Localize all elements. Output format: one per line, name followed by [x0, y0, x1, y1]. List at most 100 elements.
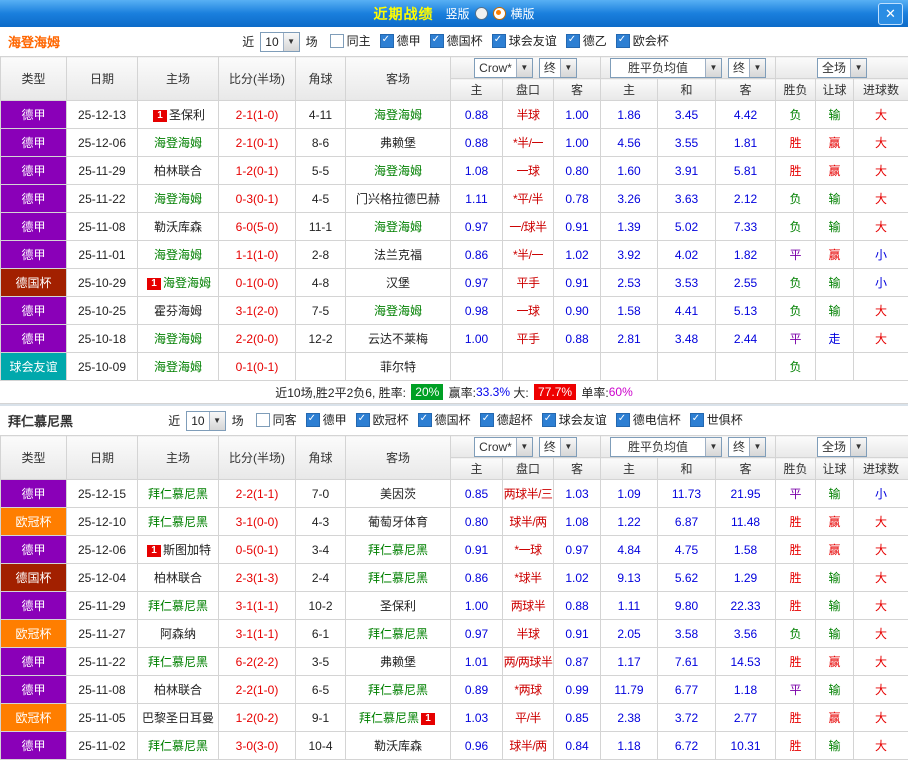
match-date-cell: 25-12-04 [67, 564, 138, 592]
team-link[interactable]: 海登海姆 [154, 332, 202, 346]
filter-label: 德乙 [583, 32, 607, 49]
home-team-cell: 拜仁慕尼黑 [138, 592, 219, 620]
team-link[interactable]: 拜仁慕尼黑 [368, 627, 428, 641]
subheader-cell: 让球 [816, 79, 854, 101]
avg-select[interactable]: 胜平负均值▼ [610, 437, 722, 457]
result-cell: 胜 [776, 536, 816, 564]
odds-away-cell: 0.97 [554, 536, 601, 564]
filter-checkbox[interactable]: 德乙 [566, 32, 607, 49]
team-cell-content: 海登海姆 [154, 360, 202, 374]
team-link[interactable]: 阿森纳 [160, 627, 196, 641]
team-link[interactable]: 法兰克福 [374, 248, 422, 262]
match-date-cell: 25-11-08 [67, 213, 138, 241]
team-link[interactable]: 海登海姆 [374, 220, 422, 234]
vertical-radio[interactable] [475, 7, 488, 20]
match-row: 德甲25-11-01海登海姆1-1(1-0)2-8法兰克福0.86*半/一1.0… [1, 241, 908, 269]
team-link[interactable]: 柏林联合 [154, 683, 202, 697]
filter-checkbox[interactable]: 德甲 [380, 32, 421, 49]
filter-checkbox[interactable]: 同主 [330, 32, 371, 49]
subheader-cell: 让球 [816, 458, 854, 480]
team-link[interactable]: 海登海姆 [374, 164, 422, 178]
avg-final-select[interactable]: 终▼ [728, 58, 766, 78]
team-link[interactable]: 菲尔特 [380, 360, 416, 374]
team-link[interactable]: 拜仁慕尼黑 [368, 543, 428, 557]
odds-final-select[interactable]: 终▼ [539, 58, 577, 78]
chevron-down-icon: ▼ [209, 412, 225, 430]
odds-final-select[interactable]: 终▼ [539, 437, 577, 457]
team-link[interactable]: 海登海姆 [374, 108, 422, 122]
team-link[interactable]: 门兴格拉德巴赫 [356, 192, 440, 206]
odds-company-select[interactable]: Crow*▼ [474, 58, 533, 78]
team-name[interactable]: 拜仁慕尼黑 [8, 411, 73, 430]
team-link[interactable]: 拜仁慕尼黑 [148, 487, 208, 501]
team-link[interactable]: 海登海姆 [154, 136, 202, 150]
team-link[interactable]: 拜仁慕尼黑 [368, 683, 428, 697]
team-link[interactable]: 圣保利 [169, 108, 205, 122]
team-link[interactable]: 拜仁慕尼黑 [148, 655, 208, 669]
filter-bar: 近 10▼ 场 同客德甲欧冠杯德国杯德超杯球会友谊德电信杯世俱杯 [165, 411, 743, 431]
team-link[interactable]: 海登海姆 [163, 276, 211, 290]
team-link[interactable]: 海登海姆 [154, 192, 202, 206]
team-link[interactable]: 弗赖堡 [380, 655, 416, 669]
horizontal-option-label[interactable]: 横版 [511, 5, 535, 22]
filter-checkbox[interactable]: 德电信杯 [616, 411, 681, 428]
filter-checkbox[interactable]: 德超杯 [480, 411, 533, 428]
filter-checkbox[interactable]: 球会友谊 [492, 32, 557, 49]
filter-checkbox[interactable]: 球会友谊 [542, 411, 607, 428]
team-link[interactable]: 斯图加特 [163, 543, 211, 557]
team-cell-content: 门兴格拉德巴赫 [356, 192, 440, 206]
team-link[interactable]: 霍芬海姆 [154, 304, 202, 318]
filter-checkbox[interactable]: 德甲 [306, 411, 347, 428]
team-link[interactable]: 圣保利 [380, 599, 416, 613]
team-name[interactable]: 海登海姆 [8, 32, 60, 51]
scope-select[interactable]: 全场▼ [817, 58, 867, 78]
score-cell: 1-2(0-2) [219, 704, 296, 732]
chevron-down-icon: ▼ [516, 59, 532, 77]
team-link[interactable]: 海登海姆 [154, 248, 202, 262]
match-row: 德甲25-12-061斯图加特0-5(0-1)3-4拜仁慕尼黑0.91*一球0.… [1, 536, 908, 564]
rounds-select[interactable]: 10▼ [260, 32, 299, 52]
filter-checkbox[interactable]: 世俱杯 [690, 411, 743, 428]
scope-select[interactable]: 全场▼ [817, 437, 867, 457]
team-link[interactable]: 拜仁慕尼黑 [359, 711, 419, 725]
team-link[interactable]: 拜仁慕尼黑 [368, 571, 428, 585]
match-date-cell: 25-11-01 [67, 241, 138, 269]
match-row: 德甲25-12-131圣保利2-1(1-0)4-11海登海姆0.88半球1.00… [1, 101, 908, 129]
team-link[interactable]: 柏林联合 [154, 164, 202, 178]
odds-away-cell: 0.85 [554, 704, 601, 732]
odds-away-cell: 0.78 [554, 185, 601, 213]
team-link[interactable]: 柏林联合 [154, 571, 202, 585]
filter-checkbox[interactable]: 德国杯 [430, 32, 483, 49]
team-link[interactable]: 海登海姆 [374, 304, 422, 318]
rounds-select[interactable]: 10▼ [186, 411, 225, 431]
odds-company-select[interactable]: Crow*▼ [474, 437, 533, 457]
avg-final-select[interactable]: 终▼ [728, 437, 766, 457]
filter-checkbox[interactable]: 同客 [256, 411, 297, 428]
team-cell-content: 海登海姆 [374, 220, 422, 234]
close-button[interactable]: ✕ [878, 3, 903, 25]
avg-select[interactable]: 胜平负均值▼ [610, 58, 722, 78]
sections-container: 海登海姆 近 10▼ 场 同主德甲德国杯球会友谊德乙欧会杯 类型 日期 主场 [0, 27, 908, 760]
team-link[interactable]: 拜仁慕尼黑 [148, 599, 208, 613]
team-link[interactable]: 拜仁慕尼黑 [148, 515, 208, 529]
avg-draw-cell: 3.53 [658, 269, 716, 297]
team-link[interactable]: 巴黎圣日耳曼 [142, 711, 214, 725]
team-link[interactable]: 汉堡 [386, 276, 410, 290]
vertical-option-label[interactable]: 竖版 [445, 5, 469, 22]
avg-draw-cell: 3.91 [658, 157, 716, 185]
team-cell-content: 霍芬海姆 [154, 304, 202, 318]
team-link[interactable]: 云达不莱梅 [368, 332, 428, 346]
filter-checkbox[interactable]: 德国杯 [418, 411, 471, 428]
filter-checkbox[interactable]: 欧冠杯 [356, 411, 409, 428]
horizontal-radio[interactable] [493, 7, 506, 20]
handicap-result-cell: 输 [816, 620, 854, 648]
avg-draw-cell: 4.02 [658, 241, 716, 269]
team-cell-content: 拜仁慕尼黑 [148, 655, 208, 669]
team-link[interactable]: 弗赖堡 [380, 136, 416, 150]
team-link[interactable]: 美因茨 [380, 487, 416, 501]
filter-checkbox[interactable]: 欧会杯 [616, 32, 669, 49]
avg-away-cell: 11.48 [716, 508, 776, 536]
team-link[interactable]: 葡萄牙体育 [368, 515, 428, 529]
team-link[interactable]: 海登海姆 [154, 360, 202, 374]
team-link[interactable]: 勒沃库森 [154, 220, 202, 234]
